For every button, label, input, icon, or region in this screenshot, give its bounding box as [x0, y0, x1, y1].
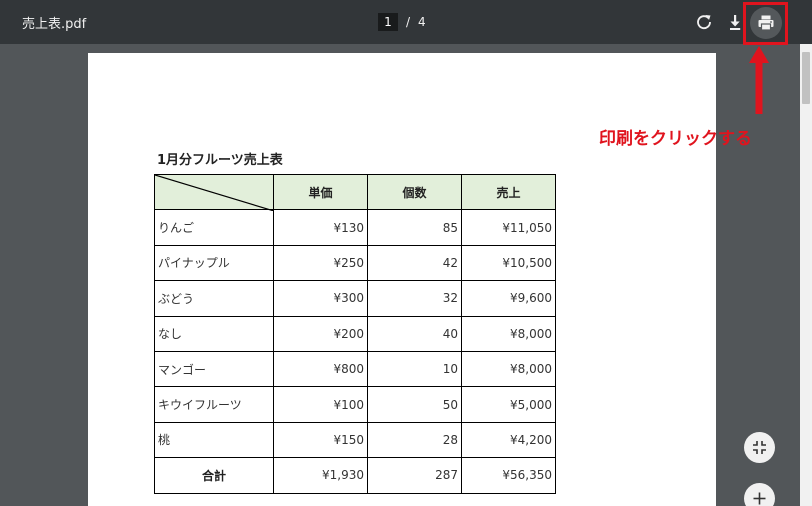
fruit-name: 桃: [154, 421, 274, 459]
sales-amount: ¥10,500: [461, 244, 556, 282]
unit-price: ¥800: [273, 350, 368, 388]
scrollbar-track[interactable]: [800, 44, 812, 506]
page-indicator: 1 / 4: [378, 12, 426, 32]
table-row: ぶどう ¥300 32 ¥9,600: [154, 280, 556, 317]
sales-amount: ¥5,000: [461, 386, 556, 423]
total-pages: 4: [418, 15, 426, 29]
header-price: 単価: [273, 173, 368, 211]
print-highlight-box: [743, 2, 788, 45]
total-sales: ¥56,350: [461, 457, 556, 494]
fruit-name: ぶどう: [154, 280, 274, 317]
quantity: 10: [367, 350, 462, 388]
table-row: りんご ¥130 85 ¥11,050: [154, 209, 556, 246]
table-row: なし ¥200 40 ¥8,000: [154, 315, 556, 352]
quantity: 85: [367, 209, 462, 246]
fruit-name: なし: [154, 315, 274, 352]
unit-price: ¥100: [273, 386, 368, 423]
sales-amount: ¥8,000: [461, 350, 556, 388]
sales-amount: ¥9,600: [461, 280, 556, 317]
fruit-name: キウイフルーツ: [154, 386, 274, 423]
pdf-toolbar: 売上表.pdf 1 / 4: [0, 0, 812, 44]
annotation-arrow-icon: [749, 46, 769, 114]
header-sales: 売上: [461, 173, 556, 211]
annotation-text: 印刷をクリックする: [599, 129, 752, 149]
unit-price: ¥250: [273, 244, 368, 282]
unit-price: ¥300: [273, 280, 368, 317]
total-label: 合計: [154, 457, 274, 494]
quantity: 42: [367, 244, 462, 282]
quantity: 50: [367, 386, 462, 423]
fruit-name: パイナップル: [154, 244, 274, 282]
total-quantity: 287: [367, 457, 462, 494]
zoom-in-icon: [753, 492, 766, 505]
unit-price: ¥200: [273, 315, 368, 352]
document-title: 1月分フルーツ売上表: [157, 153, 283, 168]
header-quantity: 個数: [367, 173, 462, 211]
page-separator: /: [406, 15, 411, 29]
quantity: 40: [367, 315, 462, 352]
sales-amount: ¥4,200: [461, 421, 556, 459]
current-page-input[interactable]: 1: [378, 13, 398, 31]
total-unit-price: ¥1,930: [273, 457, 368, 494]
fruit-name: マンゴー: [154, 350, 274, 388]
sales-amount: ¥11,050: [461, 209, 556, 246]
fit-to-page-icon: [753, 441, 766, 454]
table-total-row: 合計 ¥1,930 287 ¥56,350: [154, 457, 556, 494]
quantity: 32: [367, 280, 462, 317]
table-row: パイナップル ¥250 42 ¥10,500: [154, 244, 556, 282]
download-icon[interactable]: [725, 12, 745, 32]
diagonal-header-cell: [154, 173, 274, 211]
sales-amount: ¥8,000: [461, 315, 556, 352]
table-row: マンゴー ¥800 10 ¥8,000: [154, 350, 556, 388]
fit-to-page-button[interactable]: [744, 432, 775, 463]
file-name: 売上表.pdf: [22, 17, 87, 32]
zoom-in-button[interactable]: [744, 483, 775, 506]
table-header-row: 単価 個数 売上: [154, 173, 556, 211]
fruit-name: りんご: [154, 209, 274, 246]
unit-price: ¥150: [273, 421, 368, 459]
quantity: 28: [367, 421, 462, 459]
sales-table: 単価 個数 売上 りんご ¥130 85 ¥11,050 パイナップル ¥250…: [154, 173, 556, 494]
table-row: 桃 ¥150 28 ¥4,200: [154, 421, 556, 459]
rotate-icon[interactable]: [694, 12, 714, 32]
table-row: キウイフルーツ ¥100 50 ¥5,000: [154, 386, 556, 423]
unit-price: ¥130: [273, 209, 368, 246]
scrollbar-thumb[interactable]: [802, 52, 810, 104]
